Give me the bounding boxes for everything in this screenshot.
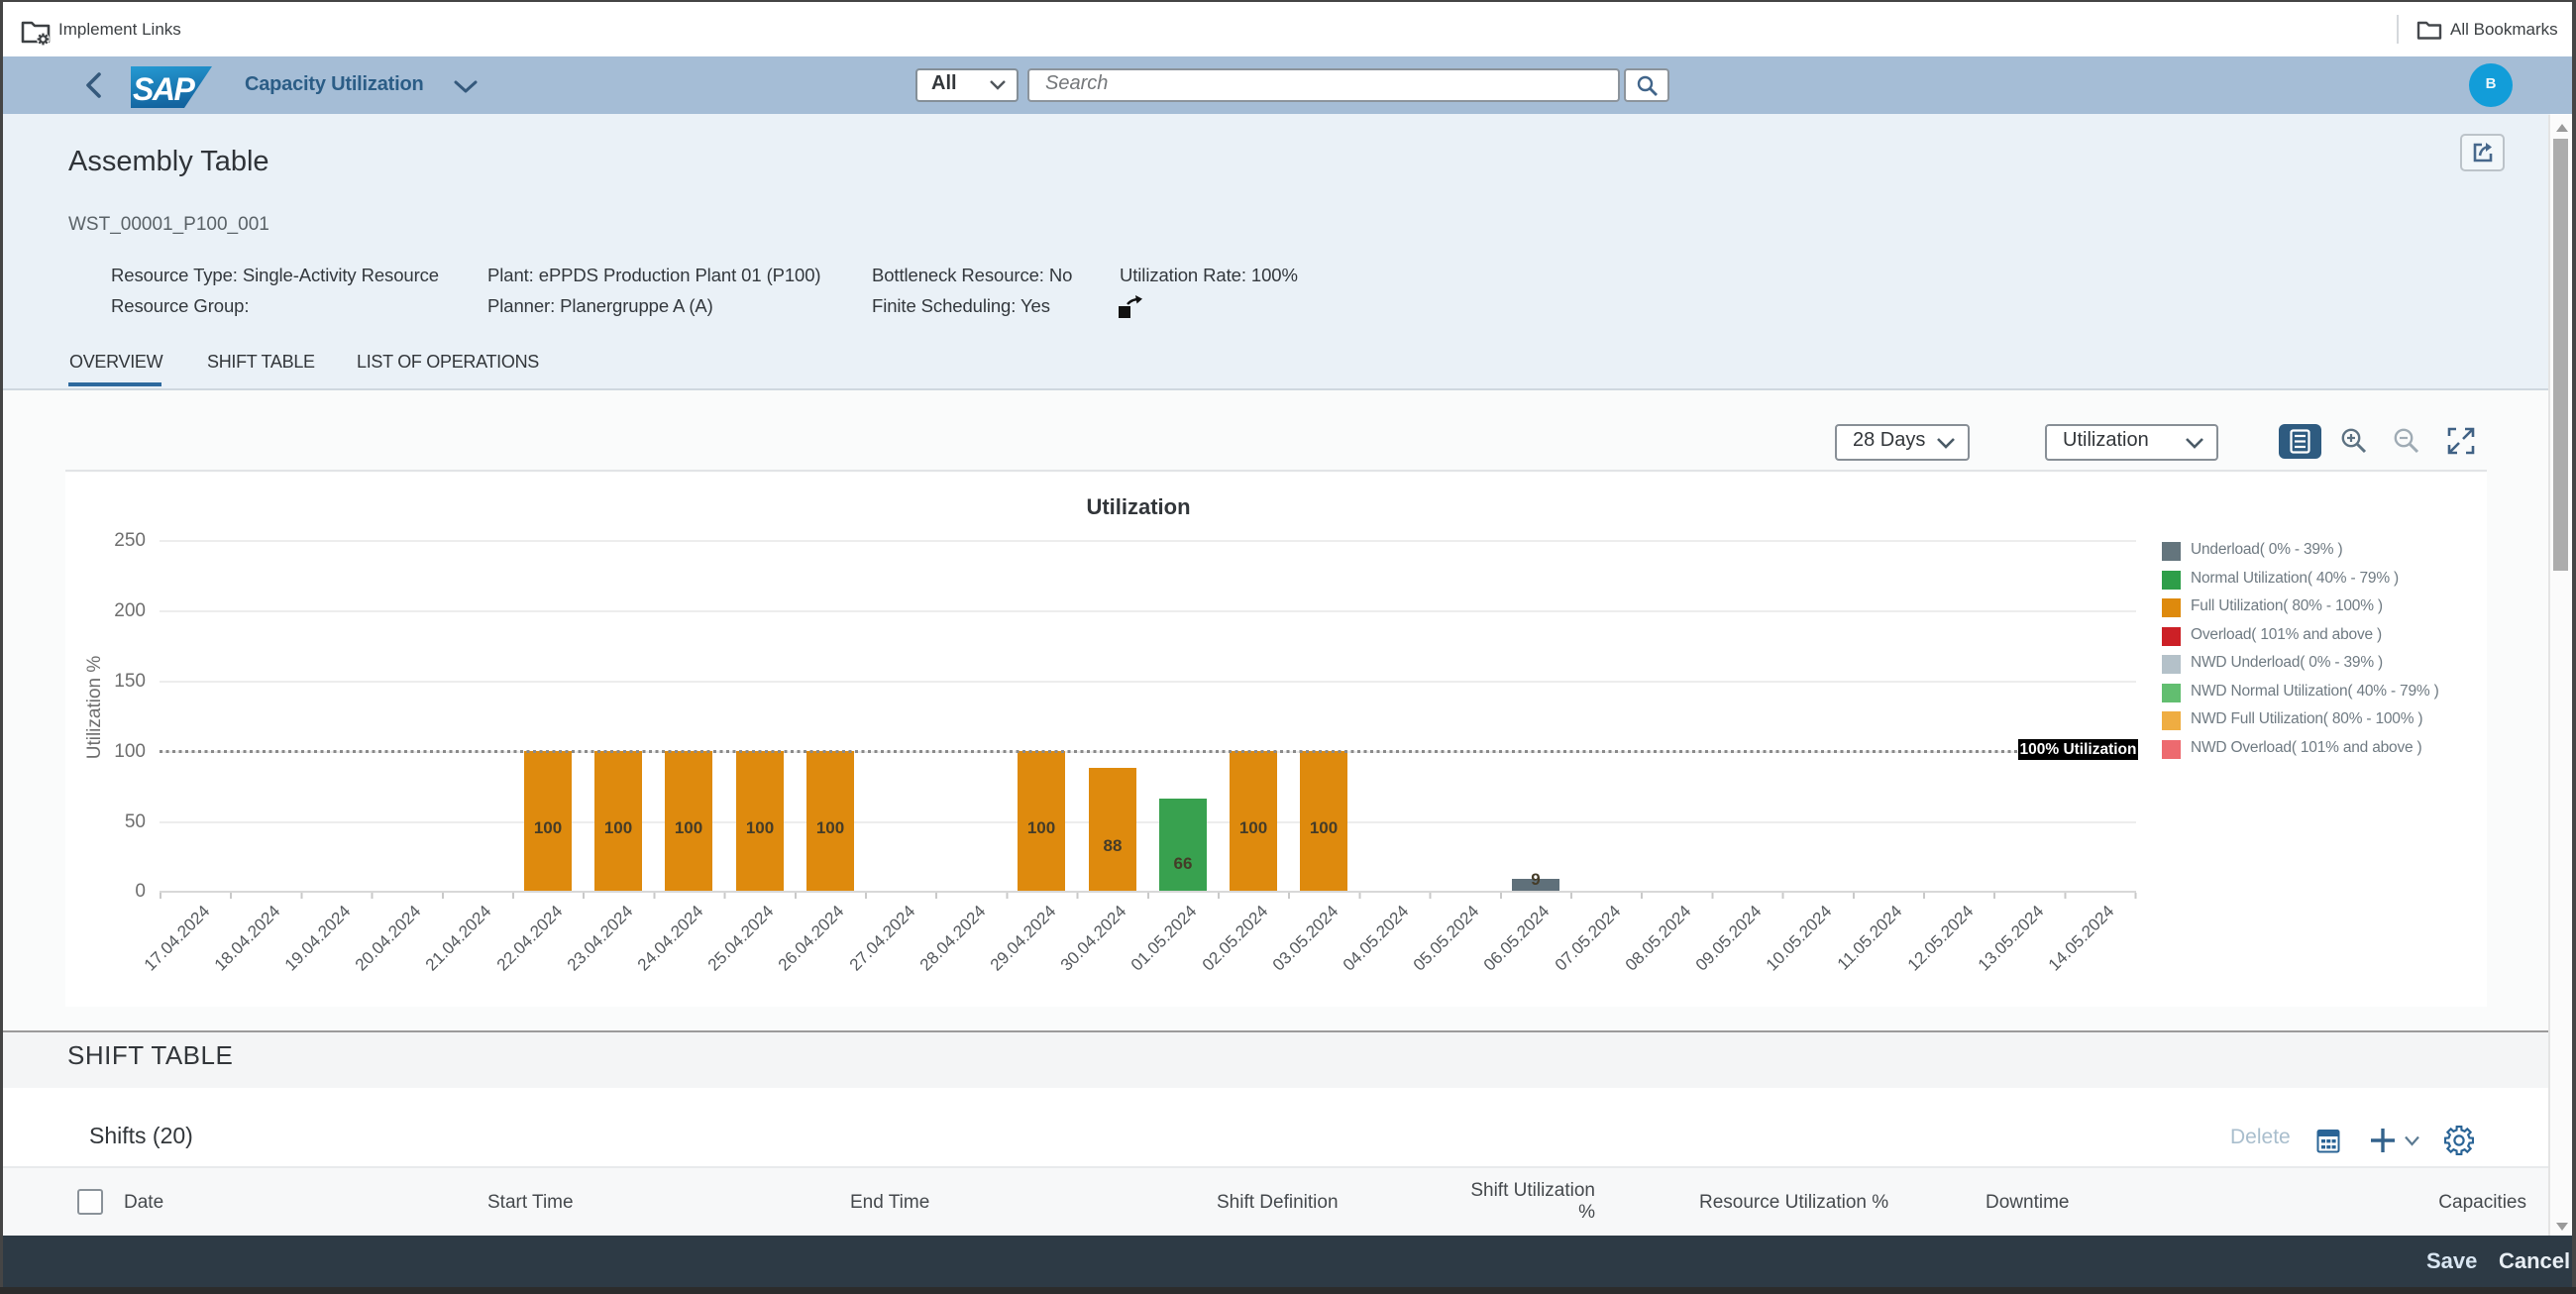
svg-text:SAP: SAP xyxy=(133,71,195,107)
